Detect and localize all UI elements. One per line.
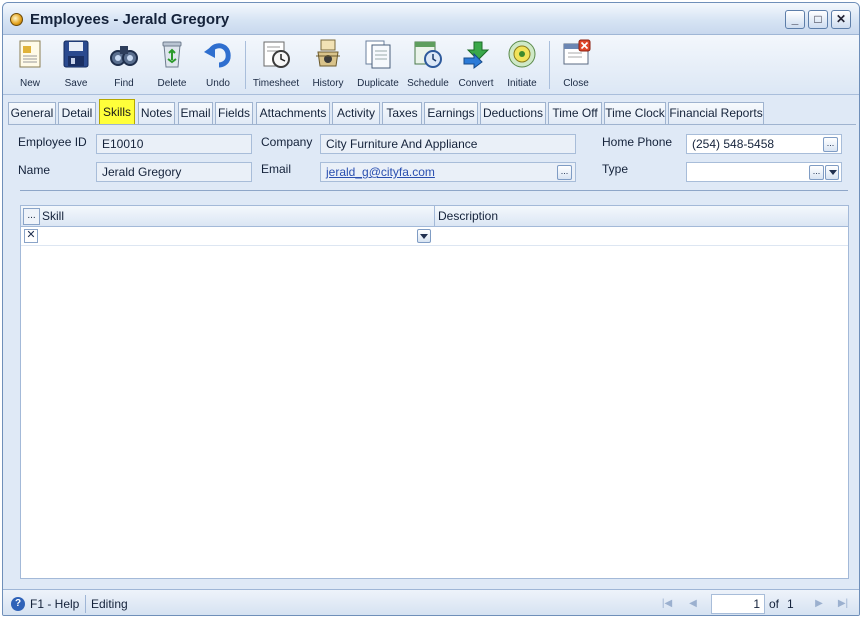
tab-taxes[interactable]: Taxes	[382, 102, 422, 124]
email-link[interactable]: jerald_g@cityfa.com	[326, 165, 435, 179]
tab-email[interactable]: Email	[178, 102, 213, 124]
employee-id-field[interactable]: E10010	[96, 134, 252, 154]
window-title: Employees - Jerald Gregory	[30, 11, 230, 28]
previous-page-icon[interactable]: ◀	[687, 598, 699, 610]
new-document-icon	[14, 38, 46, 70]
status-bar: ? F1 - Help Editing |◀ ◀ 1 of 1 ▶ ▶|	[3, 589, 859, 615]
tab-time-clock[interactable]: Time Clock	[604, 102, 666, 124]
tab-detail[interactable]: Detail	[58, 102, 96, 124]
history-icon	[312, 38, 344, 70]
close-button[interactable]: Close	[555, 38, 597, 94]
chevron-down-icon[interactable]	[417, 229, 431, 243]
recycle-bin-icon	[156, 38, 188, 70]
name-field[interactable]: Jerald Gregory	[96, 162, 252, 182]
convert-arrows-icon	[460, 38, 492, 70]
employees-window: Employees - Jerald Gregory _ □ ✕ New Sav…	[2, 2, 860, 616]
home-phone-ellipsis-button[interactable]: ...	[823, 137, 838, 152]
column-header-description[interactable]: Description	[435, 206, 845, 227]
company-label: Company	[261, 135, 313, 149]
status-state: Editing	[91, 597, 128, 611]
tab-financial-reports[interactable]: Financial Reports	[668, 102, 764, 124]
type-label: Type	[602, 162, 629, 176]
home-phone-field[interactable]: (254) 548-5458 ...	[686, 134, 842, 154]
duplicate-button[interactable]: Duplicate	[353, 38, 403, 94]
help-icon[interactable]: ?	[11, 597, 25, 611]
employee-id-label: Employee ID	[18, 135, 87, 149]
type-ellipsis-button[interactable]: ...	[809, 165, 824, 180]
toolbar-separator	[245, 41, 246, 89]
save-button[interactable]: Save	[55, 38, 97, 94]
tab-deductions[interactable]: Deductions	[480, 102, 546, 124]
status-divider	[85, 595, 86, 613]
close-window-button[interactable]: ✕	[831, 10, 851, 29]
page-number-input[interactable]: 1	[711, 594, 765, 614]
history-button[interactable]: History	[305, 38, 351, 94]
duplicate-icon	[362, 38, 394, 70]
home-phone-label: Home Phone	[602, 135, 673, 149]
tab-time-off[interactable]: Time Off	[548, 102, 602, 124]
initiate-button[interactable]: Initiate	[501, 38, 543, 94]
total-pages: 1	[787, 597, 794, 611]
type-dropdown[interactable]: ...	[686, 162, 842, 182]
email-label: Email	[261, 162, 292, 176]
first-page-icon[interactable]: |◀	[661, 598, 673, 610]
last-page-icon[interactable]: ▶|	[837, 598, 849, 610]
skills-grid: ... Skill Description ✕	[20, 205, 849, 579]
column-chooser-button[interactable]: ...	[23, 208, 40, 225]
tab-activity[interactable]: Activity	[332, 102, 380, 124]
form-divider	[20, 190, 848, 191]
column-header-skill[interactable]: Skill	[39, 206, 434, 227]
title-bar: Employees - Jerald Gregory _ □ ✕	[3, 3, 859, 35]
page-of-label: of	[769, 597, 780, 611]
home-phone-value: (254) 548-5458	[692, 137, 775, 151]
undo-arrow-icon	[202, 38, 234, 70]
initiate-icon	[506, 38, 538, 70]
convert-button[interactable]: Convert	[453, 38, 499, 94]
schedule-button[interactable]: Schedule	[405, 38, 451, 94]
help-text[interactable]: F1 - Help	[30, 597, 79, 611]
binoculars-icon	[108, 38, 140, 70]
delete-row-icon[interactable]: ✕	[24, 229, 38, 243]
minimize-button[interactable]: _	[785, 10, 805, 29]
undo-button[interactable]: Undo	[197, 38, 239, 94]
new-button[interactable]: New	[9, 38, 51, 94]
skills-panel: Employee ID E10010 Name Jerald Gregory C…	[8, 125, 856, 585]
tab-notes[interactable]: Notes	[138, 102, 175, 124]
timesheet-button[interactable]: Timesheet	[251, 38, 301, 94]
find-button[interactable]: Find	[103, 38, 145, 94]
close-window-icon	[560, 38, 592, 70]
grid-header: ... Skill Description	[21, 206, 848, 227]
tab-skills[interactable]: Skills	[99, 99, 135, 124]
tab-fields[interactable]: Fields	[215, 102, 253, 124]
maximize-button[interactable]: □	[808, 10, 828, 29]
floppy-disk-icon	[60, 38, 92, 70]
tab-earnings[interactable]: Earnings	[424, 102, 478, 124]
schedule-icon	[412, 38, 444, 70]
email-field[interactable]: jerald_g@cityfa.com ...	[320, 162, 576, 182]
toolbar-separator	[549, 41, 550, 89]
name-label: Name	[18, 163, 51, 177]
app-icon	[10, 13, 23, 26]
email-ellipsis-button[interactable]: ...	[557, 165, 572, 180]
timesheet-clock-icon	[260, 38, 292, 70]
toolbar: New Save Find Delete Undo Timesheet Hist…	[3, 35, 859, 95]
next-page-icon[interactable]: ▶	[813, 598, 825, 610]
tab-general[interactable]: General	[8, 102, 56, 124]
tab-attachments[interactable]: Attachments	[256, 102, 330, 124]
table-row[interactable]: ✕	[21, 227, 848, 246]
company-field[interactable]: City Furniture And Appliance	[320, 134, 576, 154]
chevron-down-icon[interactable]	[825, 165, 839, 180]
delete-button[interactable]: Delete	[151, 38, 193, 94]
